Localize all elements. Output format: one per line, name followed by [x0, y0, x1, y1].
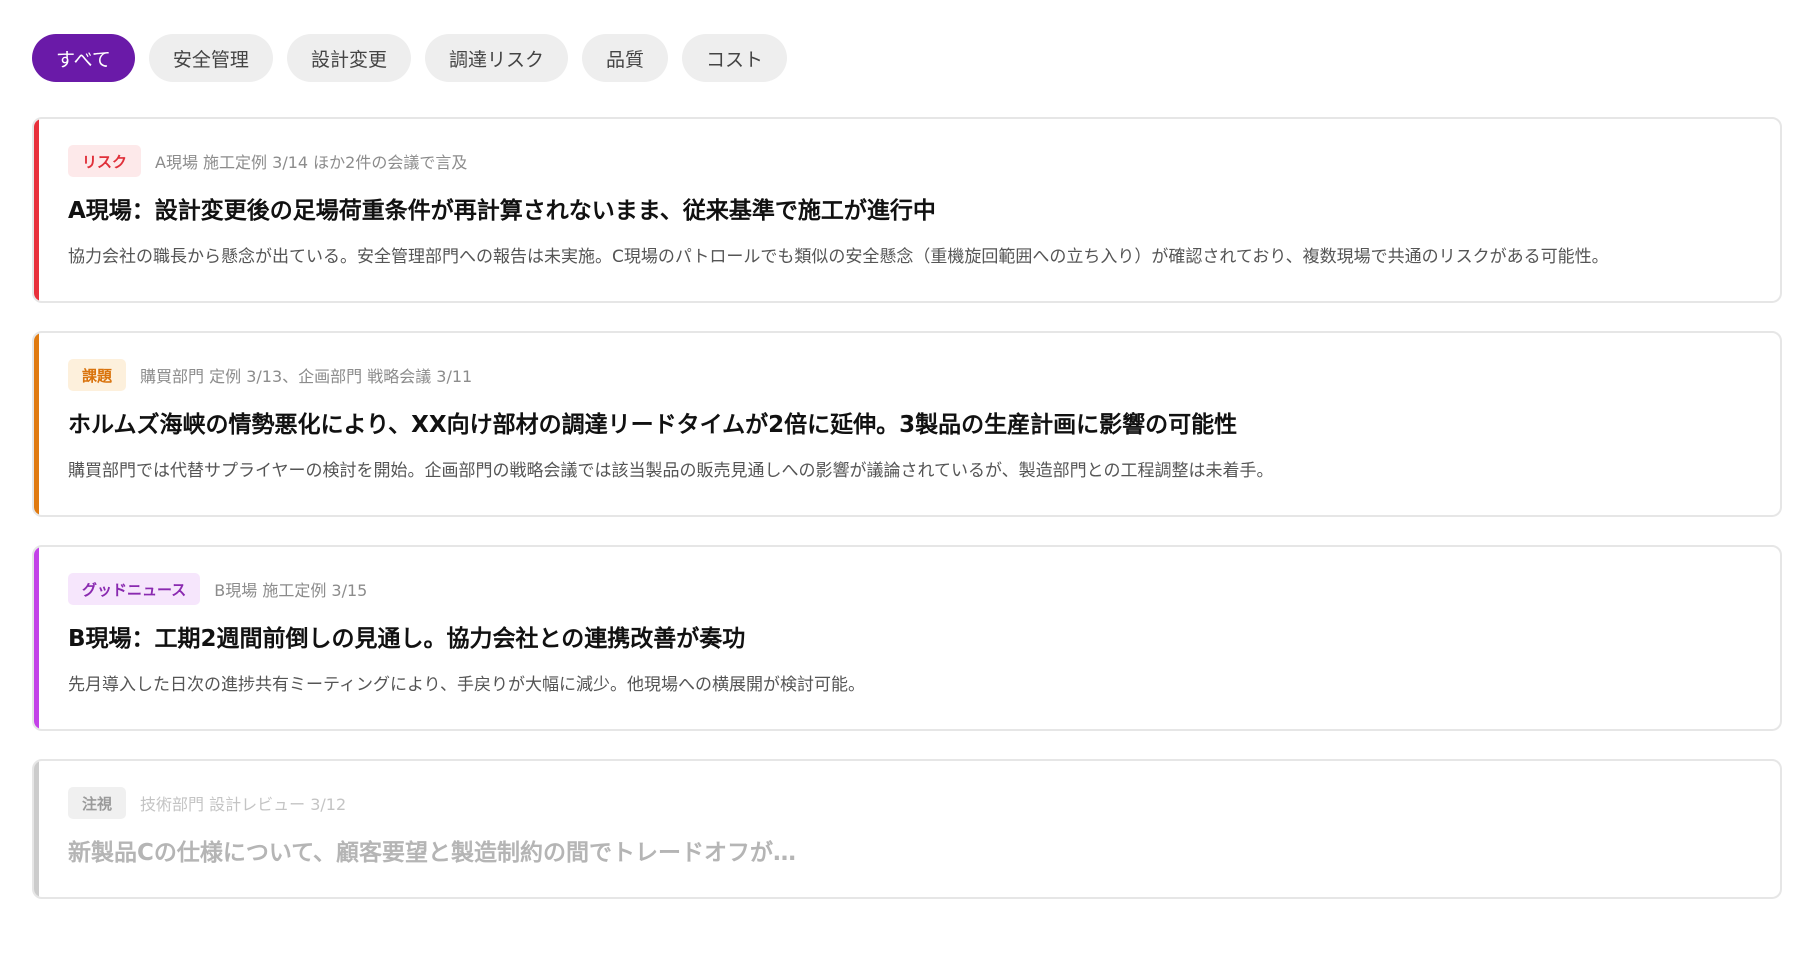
card-title: ホルムズ海峡の情勢悪化により、XX向け部材の調達リードタイムが2倍に延伸。3製品… — [68, 412, 1238, 438]
card-source: A現場 施工定例 3/14 ほか2件の会議で言及 — [155, 153, 468, 172]
filter-chip-quality[interactable]: 品質 — [581, 34, 668, 82]
card-body: 先月導入した日次の進捗共有ミーティングにより、手戻りが大幅に減少。他現場への横展… — [68, 675, 865, 695]
insight-card-issue[interactable]: 課題 購買部門 定例 3/13、企画部門 戦略会議 3/11 ホルムズ海峡の情勢… — [32, 331, 1782, 517]
card-title: A現場：設計変更後の足場荷重条件が再計算されないまま、従来基準で施工が進行中 — [68, 198, 936, 224]
filter-chips: すべて 安全管理 設計変更 調達リスク 品質 コスト — [32, 34, 1768, 82]
tag-badge-issue: 課題 — [68, 359, 127, 391]
filter-chip-procurement-risk[interactable]: 調達リスク — [424, 34, 568, 82]
insights-page: すべて 安全管理 設計変更 調達リスク 品質 コスト リスク A現場 施工定例 … — [0, 0, 1800, 955]
tag-badge-good-news: グッドニュース — [68, 573, 201, 605]
insight-card-list: リスク A現場 施工定例 3/14 ほか2件の会議で言及 A現場：設計変更後の足… — [32, 117, 1782, 899]
tag-badge-risk: リスク — [68, 145, 142, 177]
filter-chip-all[interactable]: すべて — [32, 34, 135, 82]
card-source: B現場 施工定例 3/15 — [214, 581, 368, 600]
card-title: B現場：工期2週間前倒しの見通し。協力会社との連携改善が奏功 — [68, 626, 746, 652]
card-meta: 課題 購買部門 定例 3/13、企画部門 戦略会議 3/11 — [68, 359, 1750, 391]
card-accent-bar — [34, 119, 39, 301]
insight-card-good-news[interactable]: グッドニュース B現場 施工定例 3/15 B現場：工期2週間前倒しの見通し。協… — [32, 545, 1782, 731]
card-body: 購買部門では代替サプライヤーの検討を開始。企画部門の戦略会議では該当製品の販売見… — [68, 461, 1274, 481]
card-source: 技術部門 設計レビュー 3/12 — [140, 795, 347, 814]
filter-chip-safety[interactable]: 安全管理 — [148, 34, 273, 82]
card-title: 新製品Cの仕様について、顧客要望と製造制約の間でトレードオフが… — [68, 840, 797, 866]
card-source: 購買部門 定例 3/13、企画部門 戦略会議 3/11 — [140, 367, 473, 386]
insight-card-risk[interactable]: リスク A現場 施工定例 3/14 ほか2件の会議で言及 A現場：設計変更後の足… — [32, 117, 1782, 303]
filter-chip-design-change[interactable]: 設計変更 — [286, 34, 411, 82]
card-accent-bar — [34, 547, 39, 729]
insight-card-watch[interactable]: 注視 技術部門 設計レビュー 3/12 新製品Cの仕様について、顧客要望と製造制… — [32, 759, 1782, 899]
card-accent-bar — [34, 333, 39, 515]
card-body: 協力会社の職長から懸念が出ている。安全管理部門への報告は未実施。C現場のパトロー… — [68, 247, 1609, 267]
card-meta: 注視 技術部門 設計レビュー 3/12 — [68, 787, 1750, 819]
tag-badge-watch: 注視 — [68, 787, 127, 819]
card-accent-bar — [34, 761, 39, 897]
card-meta: グッドニュース B現場 施工定例 3/15 — [68, 573, 1750, 605]
filter-chip-cost[interactable]: コスト — [681, 34, 787, 82]
card-meta: リスク A現場 施工定例 3/14 ほか2件の会議で言及 — [68, 145, 1750, 177]
